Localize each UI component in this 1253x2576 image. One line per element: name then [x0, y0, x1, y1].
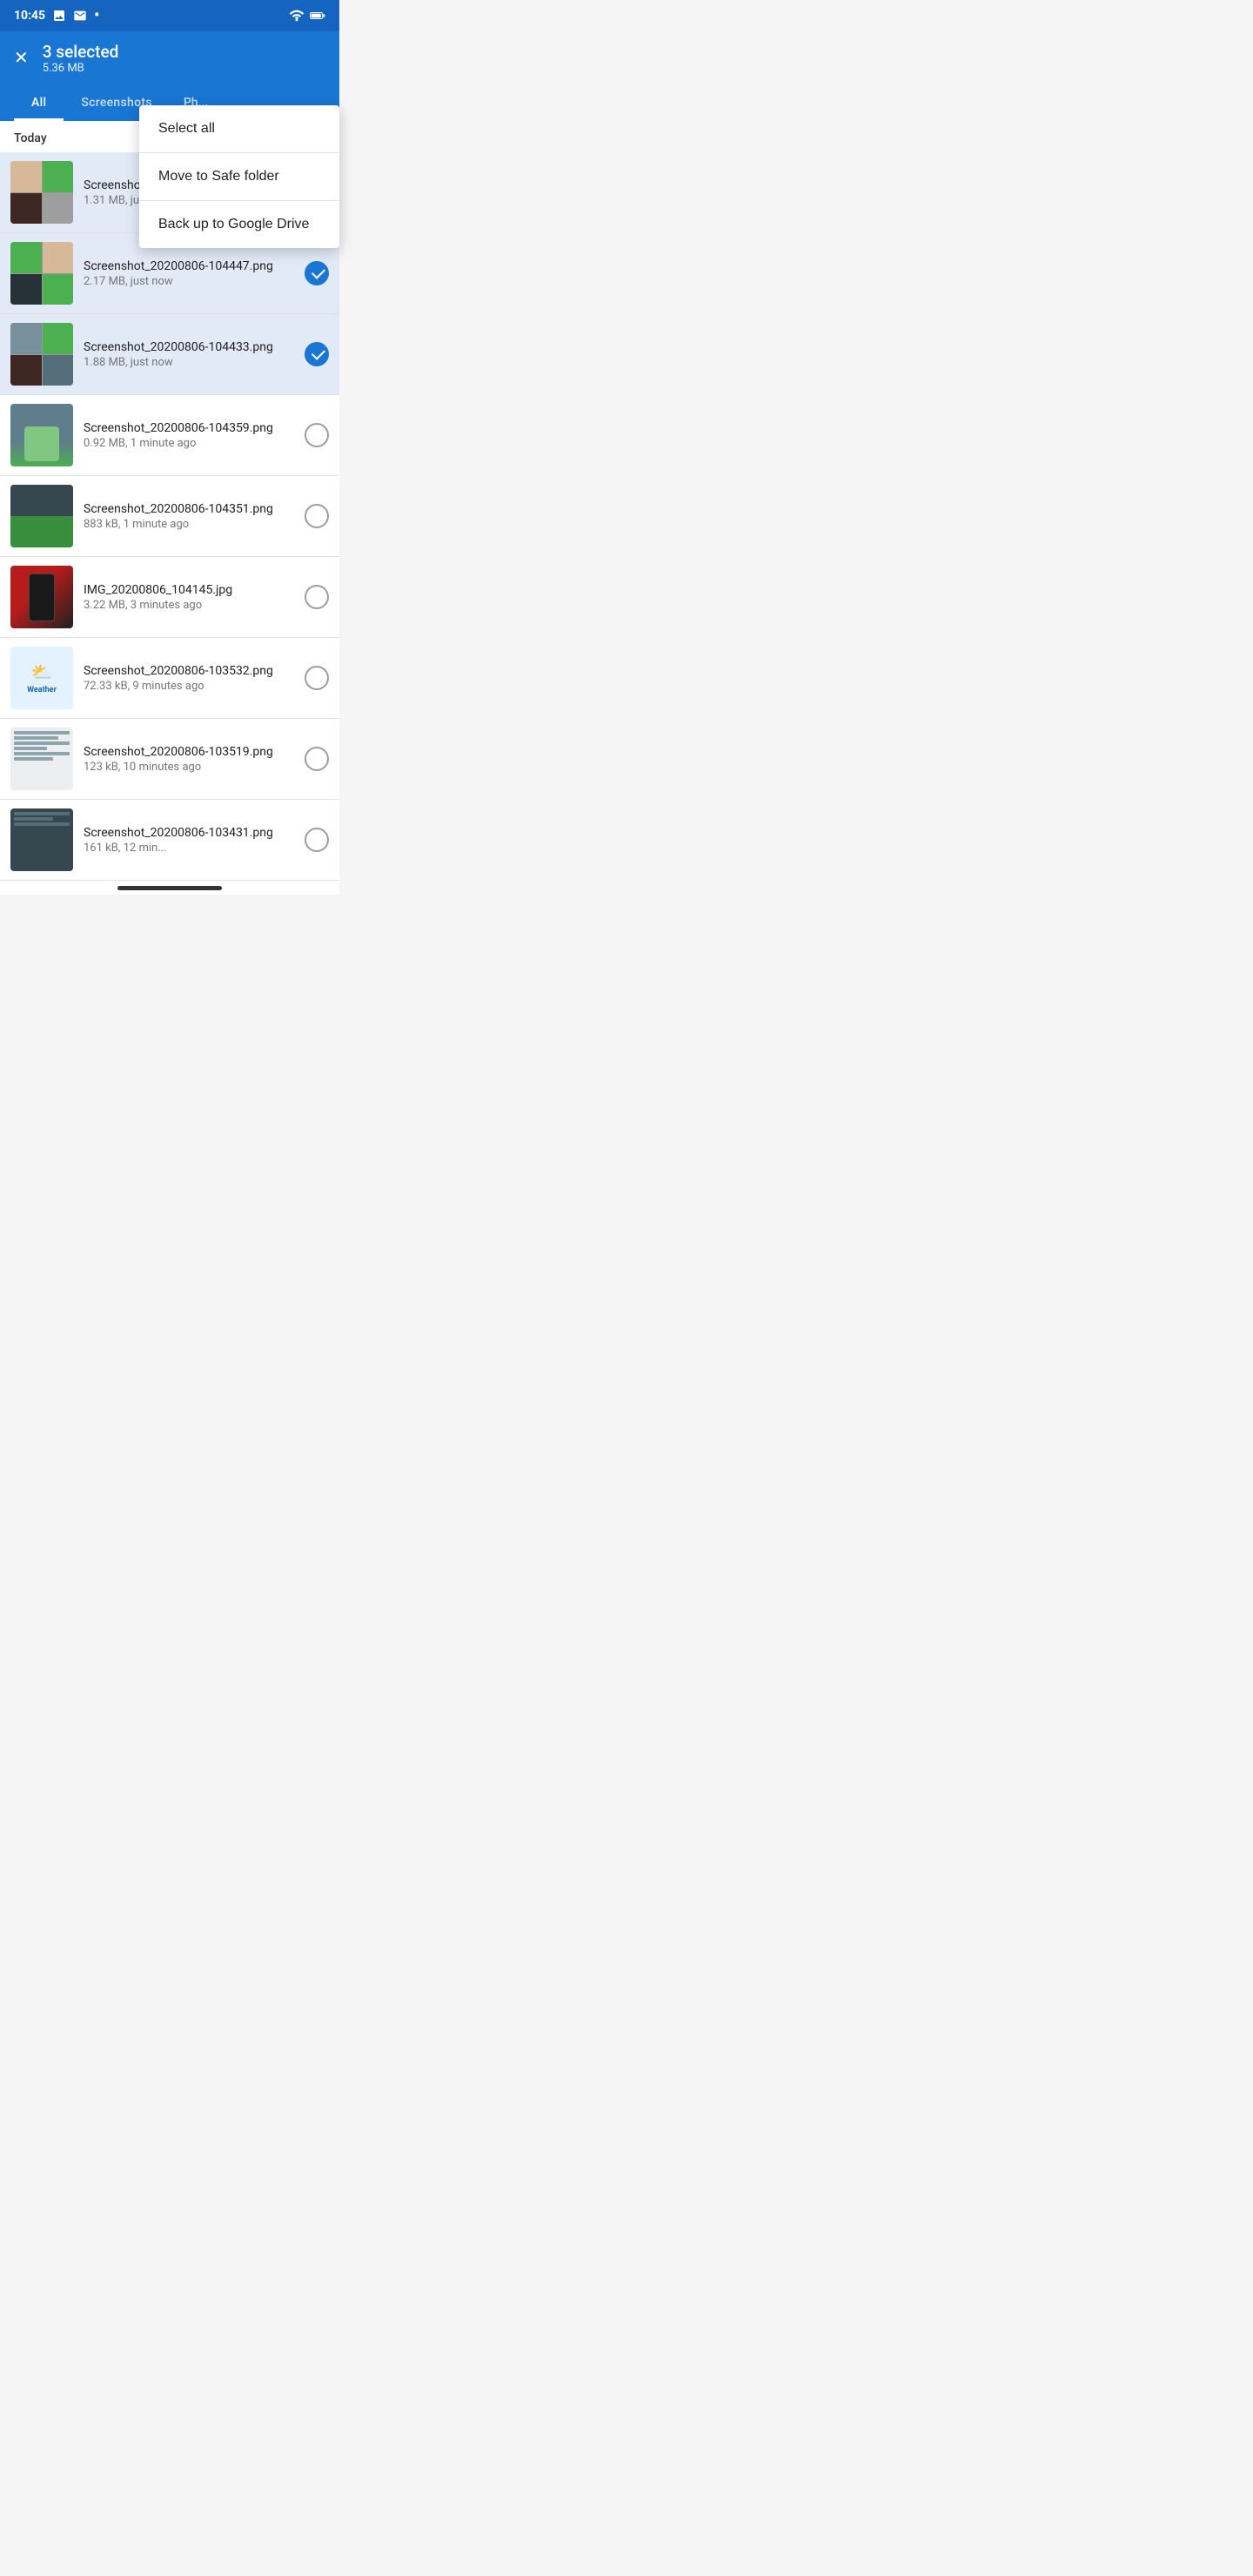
- dropdown-move-safe[interactable]: Move to Safe folder: [139, 153, 339, 200]
- battery-icon: [310, 10, 325, 22]
- photo-icon: [52, 9, 66, 23]
- tab-all[interactable]: All: [14, 87, 64, 121]
- wifi-icon: [289, 10, 305, 22]
- file-item[interactable]: IMG_20200806_104145.jpg 3.22 MB, 3 minut…: [0, 557, 339, 638]
- selection-size: 5.36 MB: [43, 62, 325, 75]
- file-thumbnail: [10, 485, 73, 547]
- file-thumbnail: [10, 404, 73, 466]
- toolbar: ✕ 3 selected 5.36 MB All Screenshots Ph.…: [0, 31, 339, 121]
- file-meta: 883 kB, 1 minute ago: [84, 518, 296, 531]
- file-meta: 123 kB, 10 minutes ago: [84, 761, 296, 774]
- file-checkbox[interactable]: [305, 585, 329, 609]
- file-item[interactable]: Screenshot_20200806-104351.png 883 kB, 1…: [0, 476, 339, 557]
- mail-icon: [73, 9, 87, 23]
- file-meta: 2.17 MB, just now: [84, 275, 296, 288]
- dropdown-menu: Select all Move to Safe folder Back up t…: [139, 105, 339, 248]
- file-thumbnail: [10, 323, 73, 386]
- file-name: IMG_20200806_104145.jpg: [84, 583, 296, 597]
- file-info: Screenshot_20200806-104351.png 883 kB, 1…: [84, 502, 296, 531]
- file-name: Screenshot_20200806-103532.png: [84, 664, 296, 678]
- file-meta: 0.92 MB, 1 minute ago: [84, 437, 296, 450]
- file-info: Screenshot_20200806-103431.png 161 kB, 1…: [84, 826, 296, 855]
- dropdown-select-all[interactable]: Select all: [139, 105, 339, 152]
- toolbar-top: ✕ 3 selected 5.36 MB: [14, 42, 325, 87]
- selection-count: 3 selected: [43, 42, 325, 62]
- status-left: 10:45 •: [14, 8, 99, 23]
- file-thumbnail: [10, 566, 73, 628]
- file-checkbox[interactable]: [305, 423, 329, 447]
- file-name: Screenshot_20200806-104433.png: [84, 340, 296, 354]
- file-checkbox[interactable]: [305, 747, 329, 771]
- file-checkbox[interactable]: [305, 342, 329, 366]
- nav-handle: [117, 886, 222, 890]
- file-thumbnail: [10, 242, 73, 305]
- file-item[interactable]: Screenshot_20200806-104433.png 1.88 MB, …: [0, 314, 339, 395]
- file-name: Screenshot_20200806-103431.png: [84, 826, 296, 840]
- file-item[interactable]: Screenshot_20200806-103431.png 161 kB, 1…: [0, 800, 339, 881]
- file-meta: 1.88 MB, just now: [84, 356, 296, 369]
- file-thumbnail: [10, 728, 73, 790]
- status-right: [289, 10, 325, 22]
- file-thumbnail: ⛅ Weather: [10, 647, 73, 709]
- notification-dot: •: [94, 8, 99, 23]
- status-bar: 10:45 •: [0, 0, 339, 31]
- file-item[interactable]: ⛅ Weather Screenshot_20200806-103532.png…: [0, 638, 339, 719]
- file-thumbnail: [10, 808, 73, 871]
- file-info: Screenshot_20200806-104447.png 2.17 MB, …: [84, 259, 296, 288]
- close-button[interactable]: ✕: [14, 50, 29, 67]
- file-item[interactable]: Screenshot_20200806-103519.png 123 kB, 1…: [0, 719, 339, 800]
- file-info: Screenshot_20200806-103532.png 72.33 kB,…: [84, 664, 296, 693]
- file-name: Screenshot_20200806-103519.png: [84, 745, 296, 759]
- file-checkbox[interactable]: [305, 828, 329, 852]
- file-meta: 3.22 MB, 3 minutes ago: [84, 599, 296, 612]
- file-info: Screenshot_20200806-104433.png 1.88 MB, …: [84, 340, 296, 369]
- file-list: Screenshot_20200806-104500.png 1.31 MB, …: [0, 152, 339, 881]
- file-info: IMG_20200806_104145.jpg 3.22 MB, 3 minut…: [84, 583, 296, 612]
- file-meta: 161 kB, 12 min...: [84, 842, 296, 855]
- file-meta: 72.33 kB, 9 minutes ago: [84, 680, 296, 693]
- file-checkbox[interactable]: [305, 666, 329, 690]
- file-name: Screenshot_20200806-104359.png: [84, 421, 296, 435]
- file-info: Screenshot_20200806-103519.png 123 kB, 1…: [84, 745, 296, 774]
- file-checkbox[interactable]: [305, 504, 329, 528]
- file-checkbox[interactable]: [305, 261, 329, 285]
- status-time: 10:45: [14, 9, 45, 23]
- file-thumbnail: [10, 161, 73, 224]
- dropdown-backup-drive[interactable]: Back up to Google Drive: [139, 201, 339, 248]
- file-name: Screenshot_20200806-104447.png: [84, 259, 296, 273]
- file-item[interactable]: Screenshot_20200806-104359.png 0.92 MB, …: [0, 395, 339, 476]
- selection-info: 3 selected 5.36 MB: [43, 42, 325, 75]
- nav-bar: [0, 881, 339, 895]
- file-name: Screenshot_20200806-104351.png: [84, 502, 296, 516]
- file-info: Screenshot_20200806-104359.png 0.92 MB, …: [84, 421, 296, 450]
